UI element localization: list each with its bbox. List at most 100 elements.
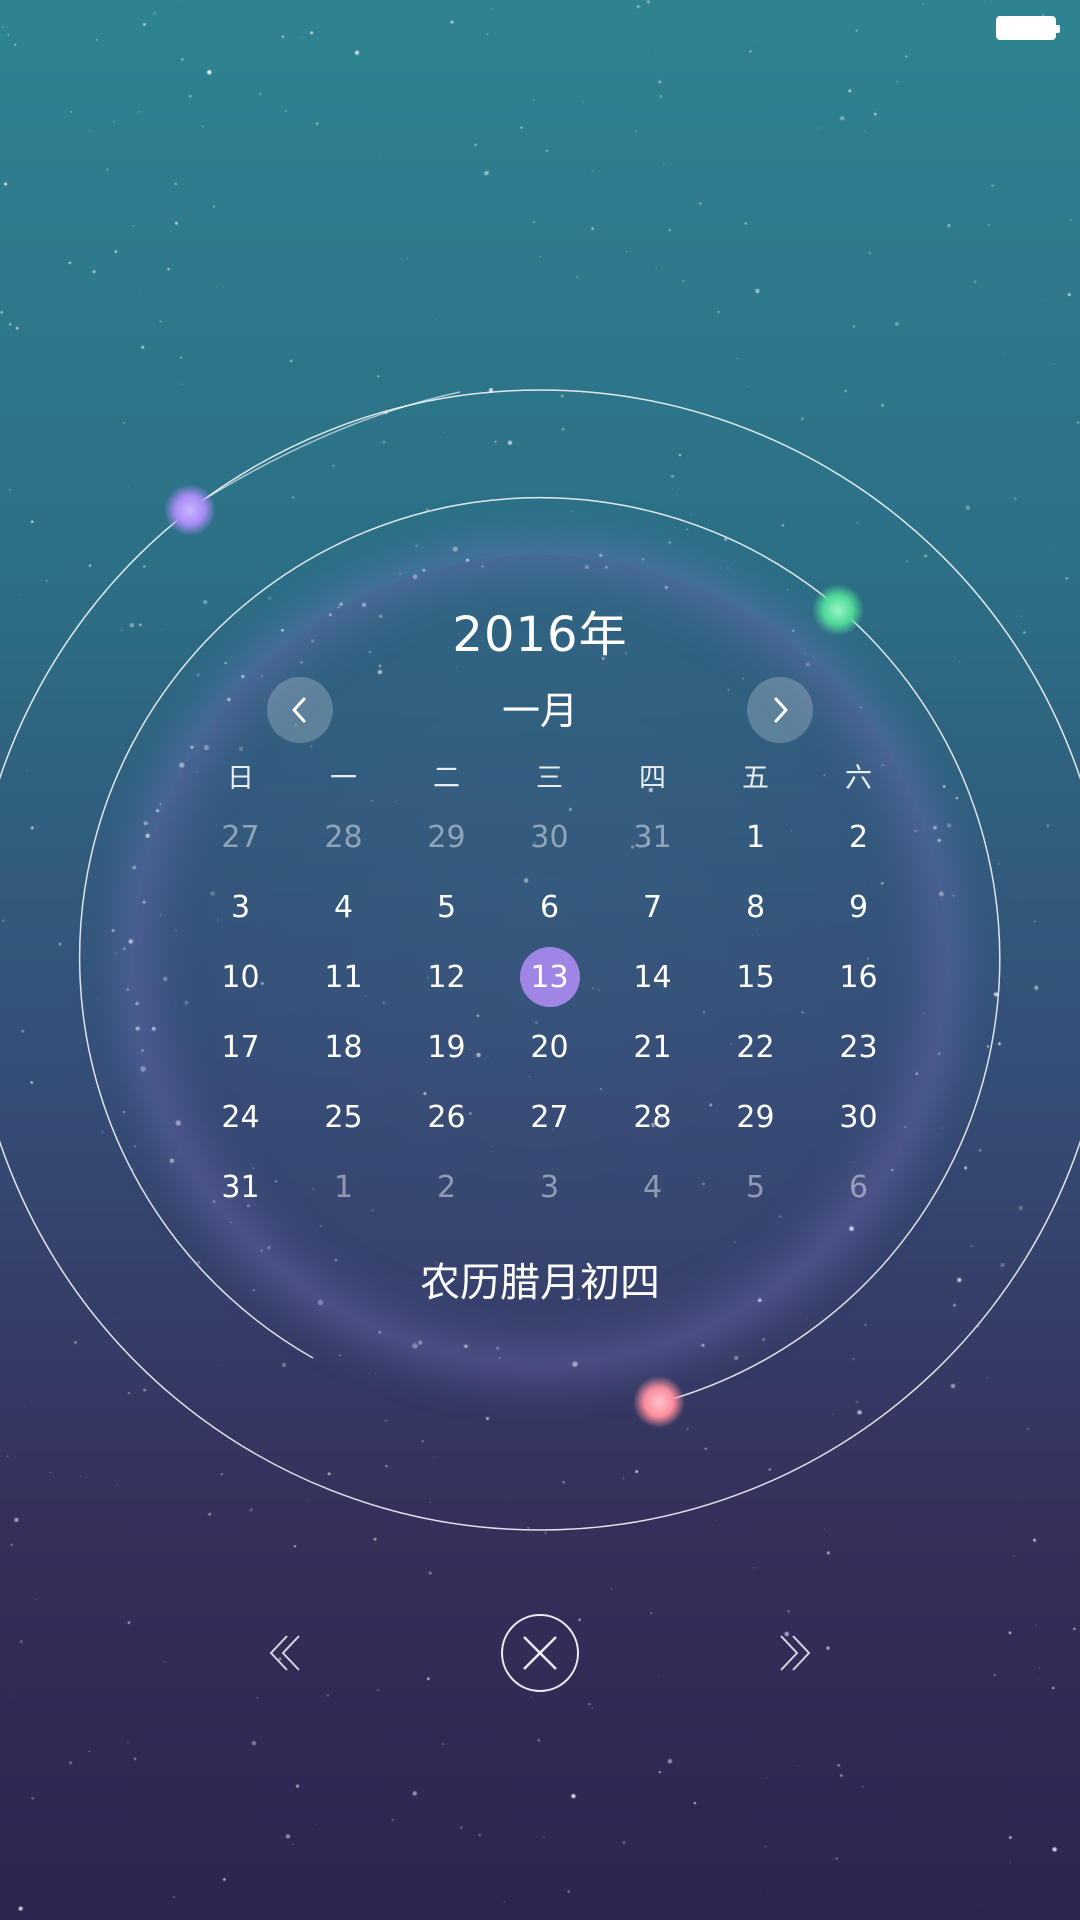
- calendar-day[interactable]: 10: [189, 942, 292, 1012]
- orb-pink: [633, 1376, 685, 1428]
- calendar-day[interactable]: 16: [807, 942, 910, 1012]
- calendar-week-row: 24 25 26 27 28 29 30: [189, 1082, 910, 1152]
- calendar-day[interactable]: 18: [292, 1012, 395, 1082]
- day-number: 26: [427, 1099, 466, 1135]
- calendar-day[interactable]: 26: [395, 1082, 498, 1152]
- calendar-day[interactable]: 28: [292, 802, 395, 872]
- day-number: 4: [333, 889, 354, 925]
- day-number: 28: [633, 1099, 672, 1135]
- calendar-day[interactable]: 27: [498, 1082, 601, 1152]
- next-year-button[interactable]: [752, 1613, 832, 1693]
- calendar-day[interactable]: 3: [498, 1152, 601, 1222]
- day-number: 9: [848, 889, 869, 925]
- calendar-day[interactable]: 2: [395, 1152, 498, 1222]
- double-chevron-left-icon: [269, 1635, 300, 1671]
- day-number: 5: [436, 889, 457, 925]
- lunar-date: 农历腊月初四: [420, 1260, 660, 1306]
- calendar-day[interactable]: 29: [395, 802, 498, 872]
- day-number: 7: [642, 889, 663, 925]
- day-number: 2: [848, 819, 869, 855]
- calendar-day[interactable]: 1: [704, 802, 807, 872]
- day-number: 5: [745, 1169, 766, 1205]
- day-number: 30: [839, 1099, 878, 1135]
- calendar-week-row: 3 4 5 6 7 8 9: [189, 872, 910, 942]
- next-month-button[interactable]: [747, 677, 813, 743]
- calendar-day[interactable]: 25: [292, 1082, 395, 1152]
- calendar-day[interactable]: 17: [189, 1012, 292, 1082]
- calendar-day[interactable]: 30: [807, 1082, 910, 1152]
- orb-purple: [164, 484, 216, 536]
- day-number: 3: [539, 1169, 560, 1205]
- day-number: 3: [230, 889, 251, 925]
- calendar-day[interactable]: 3: [189, 872, 292, 942]
- month-title: 一月: [501, 689, 578, 733]
- close-button[interactable]: [500, 1613, 580, 1693]
- calendar-day[interactable]: 6: [807, 1152, 910, 1222]
- day-number: 19: [427, 1029, 466, 1065]
- calendar-day[interactable]: 2: [807, 802, 910, 872]
- calendar-day[interactable]: 29: [704, 1082, 807, 1152]
- calendar-day[interactable]: 9: [807, 872, 910, 942]
- calendar-day[interactable]: 22: [704, 1012, 807, 1082]
- day-number: 21: [633, 1029, 672, 1065]
- calendar-day[interactable]: 20: [498, 1012, 601, 1082]
- day-number: 1: [745, 819, 766, 855]
- calendar-day[interactable]: 7: [601, 872, 704, 942]
- calendar-day[interactable]: 21: [601, 1012, 704, 1082]
- prev-month-button[interactable]: [267, 677, 333, 743]
- chevron-left-icon: [292, 697, 306, 723]
- day-number: 30: [530, 819, 569, 855]
- weekday-label: 三: [536, 762, 563, 794]
- calendar-day[interactable]: 12: [395, 942, 498, 1012]
- calendar-day[interactable]: 27: [189, 802, 292, 872]
- calendar-day[interactable]: 31: [601, 802, 704, 872]
- day-number: 11: [324, 959, 363, 995]
- year-title: 2016年: [452, 607, 628, 663]
- weekday-label: 五: [742, 762, 769, 794]
- calendar-weeks: 27 28 29 30 31 1 2 3 4 5 6 7 8 9 10 11 12 13 14 15 16 17 18 19 2…: [189, 802, 910, 1222]
- calendar-day[interactable]: 5: [704, 1152, 807, 1222]
- day-number: 20: [530, 1029, 569, 1065]
- calendar-day[interactable]: 1: [292, 1152, 395, 1222]
- orb-green: [812, 584, 864, 636]
- day-number: 27: [530, 1099, 569, 1135]
- day-number: 4: [642, 1169, 663, 1205]
- calendar-day[interactable]: 11: [292, 942, 395, 1012]
- calendar-day[interactable]: 24: [189, 1082, 292, 1152]
- prev-year-button[interactable]: [248, 1613, 328, 1693]
- day-number: 25: [324, 1099, 363, 1135]
- calendar-day[interactable]: 19: [395, 1012, 498, 1082]
- day-number: 14: [633, 959, 672, 995]
- calendar-day[interactable]: 6: [498, 872, 601, 942]
- calendar-day[interactable]: 23: [807, 1012, 910, 1082]
- day-number: 12: [427, 959, 466, 995]
- calendar-day[interactable]: 14: [601, 942, 704, 1012]
- day-number: 8: [745, 889, 766, 925]
- day-number: 6: [848, 1169, 869, 1205]
- day-number: 28: [324, 819, 363, 855]
- calendar-day[interactable]: 8: [704, 872, 807, 942]
- calendar-day[interactable]: 4: [292, 872, 395, 942]
- day-number: 22: [736, 1029, 775, 1065]
- calendar-day-selected[interactable]: 13: [498, 942, 601, 1012]
- day-number: 23: [839, 1029, 878, 1065]
- calendar-day[interactable]: 28: [601, 1082, 704, 1152]
- calendar-week-row: 27 28 29 30 31 1 2: [189, 802, 910, 872]
- day-number: 27: [221, 819, 260, 855]
- day-number: 31: [221, 1169, 260, 1205]
- calendar-day[interactable]: 15: [704, 942, 807, 1012]
- weekday-label: 日: [227, 762, 254, 794]
- close-circle-icon: [501, 1614, 579, 1692]
- day-number: 2: [436, 1169, 457, 1205]
- calendar-grid: 日一二三四五六 27 28 29 30 31 1 2 3 4 5 6 7 8 9 10 11 12 13 14 15 1…: [189, 748, 910, 1222]
- calendar-day[interactable]: 5: [395, 872, 498, 942]
- weekday-label: 一: [330, 762, 357, 794]
- day-number: 17: [221, 1029, 260, 1065]
- weekday-label: 二: [433, 762, 460, 794]
- calendar-day[interactable]: 4: [601, 1152, 704, 1222]
- day-number: 18: [324, 1029, 363, 1065]
- calendar-day[interactable]: 30: [498, 802, 601, 872]
- calendar-day[interactable]: 31: [189, 1152, 292, 1222]
- day-number: 6: [539, 889, 560, 925]
- day-number: 29: [427, 819, 466, 855]
